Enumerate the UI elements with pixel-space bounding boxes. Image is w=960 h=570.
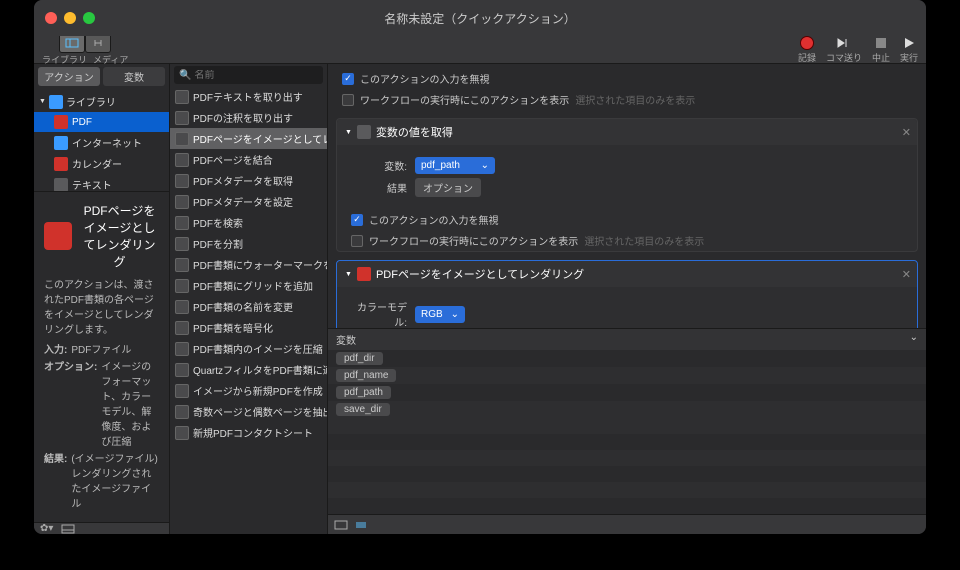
panel-view-icon[interactable] <box>334 520 348 530</box>
step-button[interactable] <box>836 36 852 50</box>
options-button[interactable]: オプション <box>415 178 481 197</box>
action-icon <box>175 132 189 146</box>
show-on-run-checkbox[interactable] <box>342 94 354 106</box>
search-input[interactable] <box>194 70 326 81</box>
action-icon <box>175 195 189 209</box>
action-icon <box>175 216 189 230</box>
workflow-canvas[interactable]: ✓このアクションの入力を無視 ワークフローの実行時にこのアクションを表示選択され… <box>328 64 926 328</box>
action-icon <box>175 405 189 419</box>
variable-action-icon <box>357 125 371 139</box>
library-tree: ▼ライブラリ PDFインターネットカレンダーテキストデベロッパファイルとフォルダ… <box>34 89 169 191</box>
search-icon: 🔍 <box>179 70 191 81</box>
action-icon <box>175 153 189 167</box>
workflow-step-get-variable[interactable]: ▼変数の値を取得✕ 変数:pdf_path⌄ 結果オプション ✓このアクションの… <box>336 118 918 252</box>
tab-variables[interactable]: 変数 <box>103 67 165 86</box>
action-icon <box>175 90 189 104</box>
search-field[interactable]: 🔍 <box>174 66 323 84</box>
run-label: 実行 <box>900 51 918 64</box>
media-view-button[interactable] <box>85 33 111 53</box>
pdf-action-icon <box>357 267 371 281</box>
variable-row[interactable]: pdf_path <box>328 384 926 401</box>
action-item[interactable]: PDFページをイメージとしてレンダリング <box>170 128 327 149</box>
run-button[interactable] <box>902 36 916 50</box>
window-title: 名称未設定（クイックアクション） <box>34 10 926 27</box>
action-item[interactable]: PDFテキストを取り出す <box>170 86 327 107</box>
folder-icon <box>49 95 63 109</box>
variable-row[interactable]: pdf_dir <box>328 350 926 367</box>
action-icon <box>175 321 189 335</box>
desc-text: このアクションは、渡されたPDF書類の各ページをイメージとしてレンダリングします… <box>44 276 159 336</box>
sidebar-item[interactable]: テキスト <box>34 174 169 191</box>
action-icon <box>175 300 189 314</box>
action-item[interactable]: QuartzフィルタをPDF書類に適用 <box>170 359 327 380</box>
close-icon[interactable]: ✕ <box>902 126 911 139</box>
titlebar: 名称未設定（クイックアクション） <box>34 0 926 36</box>
action-item[interactable]: 奇数ページと偶数ページを抽出 <box>170 401 327 422</box>
workflow-step-render-pdf[interactable]: ▼PDFページをイメージとしてレンダリング✕ カラーモデル:RGB⌄ フォーマッ… <box>336 260 918 328</box>
log-view-icon[interactable] <box>354 520 368 530</box>
action-item[interactable]: 新規PDFコンタクトシート <box>170 422 327 443</box>
sidebar-item[interactable]: PDF <box>34 112 169 132</box>
action-icon <box>175 342 189 356</box>
action-item[interactable]: PDFの注釈を取り出す <box>170 107 327 128</box>
action-item[interactable]: PDFメタデータを取得 <box>170 170 327 191</box>
category-icon <box>54 136 68 150</box>
action-item[interactable]: PDF書類にグリッドを追加 <box>170 275 327 296</box>
action-item[interactable]: PDF書類の名前を変更 <box>170 296 327 317</box>
toolbar: ライブラリメディア 記録 コマ送り 中止 実行 <box>34 36 926 64</box>
gear-icon[interactable]: ✿▾ <box>40 523 53 534</box>
action-icon <box>175 174 189 188</box>
actions-list: PDFテキストを取り出すPDFの注釈を取り出すPDFページをイメージとしてレンダ… <box>170 86 327 443</box>
tab-actions[interactable]: アクション <box>38 67 100 86</box>
ignore-input-checkbox[interactable]: ✓ <box>342 73 354 85</box>
category-icon <box>54 157 68 171</box>
ignore-input-checkbox-2[interactable]: ✓ <box>351 214 363 226</box>
action-item[interactable]: PDFメタデータを設定 <box>170 191 327 212</box>
action-icon <box>175 258 189 272</box>
action-item[interactable]: PDF書類内のイメージを圧縮 <box>170 338 327 359</box>
action-icon <box>175 384 189 398</box>
variables-panel: 変数 ⌄ pdf_dirpdf_namepdf_pathsave_dir <box>328 328 926 514</box>
pdf-action-icon <box>44 222 72 250</box>
action-description: PDFページをイメージとしてレンダリング このアクションは、渡されたPDF書類の… <box>34 191 169 522</box>
library-tree-root[interactable]: ▼ライブラリ <box>34 91 169 112</box>
record-button[interactable] <box>800 36 814 50</box>
variables-header: 変数 <box>336 332 356 347</box>
variable-row[interactable]: pdf_name <box>328 367 926 384</box>
action-icon <box>175 279 189 293</box>
sidebar-item[interactable]: カレンダー <box>34 153 169 174</box>
action-item[interactable]: PDFを分割 <box>170 233 327 254</box>
library-view-button[interactable] <box>59 33 85 53</box>
close-icon[interactable]: ✕ <box>902 268 911 281</box>
record-label: 記録 <box>798 51 816 64</box>
action-item[interactable]: PDFページを結合 <box>170 149 327 170</box>
chevron-down-icon[interactable]: ⌄ <box>910 332 918 347</box>
category-icon <box>54 115 68 129</box>
show-on-run-checkbox-2[interactable] <box>351 235 363 247</box>
step-label: コマ送り <box>826 51 862 64</box>
variable-row[interactable]: save_dir <box>328 401 926 418</box>
color-model-select[interactable]: RGB⌄ <box>415 306 465 323</box>
stop-label: 中止 <box>872 51 890 64</box>
action-item[interactable]: PDF書類を暗号化 <box>170 317 327 338</box>
stop-button[interactable] <box>874 36 888 50</box>
desc-title: PDFページをイメージとしてレンダリング <box>80 202 159 270</box>
action-icon <box>175 426 189 440</box>
action-icon <box>175 363 189 377</box>
action-icon <box>175 111 189 125</box>
sidebar-item[interactable]: インターネット <box>34 132 169 153</box>
action-icon <box>175 237 189 251</box>
variable-select[interactable]: pdf_path⌄ <box>415 157 495 174</box>
category-icon <box>54 178 68 192</box>
action-item[interactable]: PDFを検索 <box>170 212 327 233</box>
panel-toggle-icon[interactable] <box>61 524 75 534</box>
action-item[interactable]: PDF書類にウォーターマークを描画 <box>170 254 327 275</box>
action-item[interactable]: イメージから新規PDFを作成 <box>170 380 327 401</box>
